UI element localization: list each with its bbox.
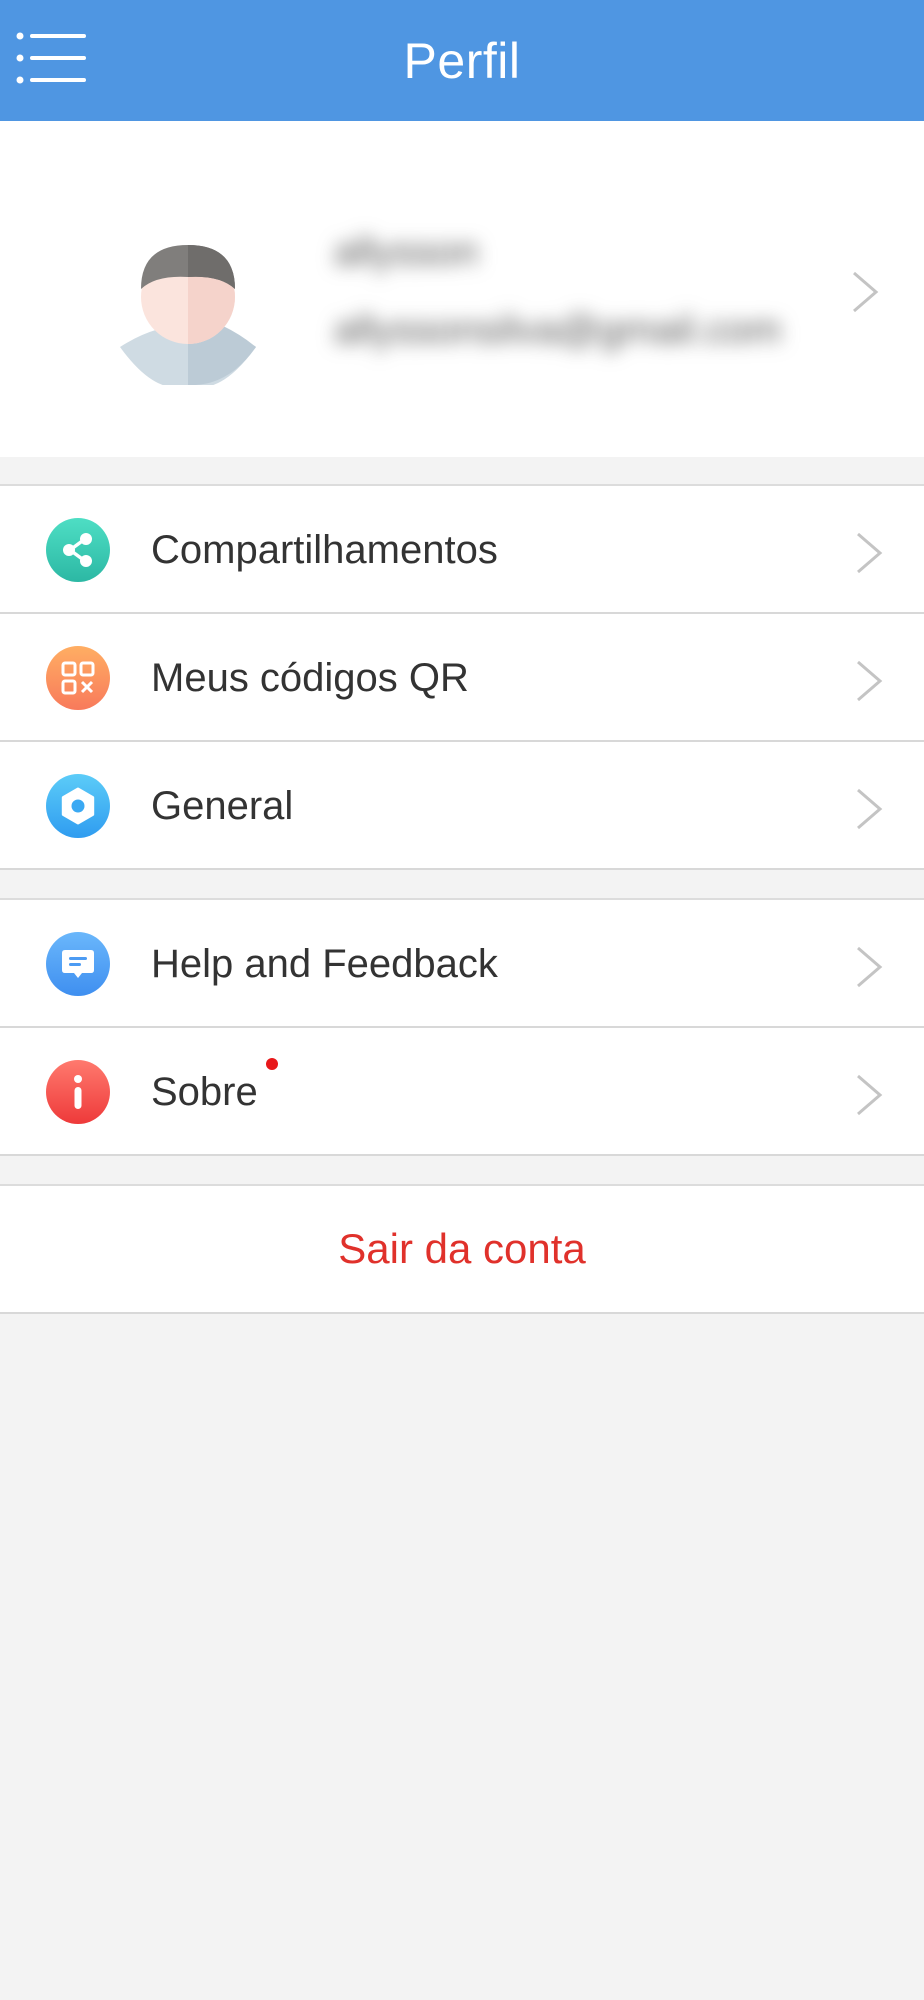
qr-code-icon [46, 646, 110, 710]
app-header: Perfil [0, 0, 924, 121]
menu-item-help-feedback[interactable]: Help and Feedback [0, 900, 924, 1028]
gear-icon [46, 774, 110, 838]
feedback-icon [46, 932, 110, 996]
menu-item-general[interactable]: General [0, 742, 924, 870]
menu-item-label: Meus códigos QR [151, 655, 469, 700]
chevron-right-icon [857, 788, 883, 830]
profile-card[interactable]: allysson allyssonsilva@gmail.com [0, 121, 924, 457]
menu-item-qr-codes[interactable]: Meus códigos QR [0, 614, 924, 742]
chevron-right-icon [853, 271, 879, 313]
share-icon [46, 518, 110, 582]
user-avatar-icon [120, 245, 256, 385]
logout-group: Sair da conta [0, 1184, 924, 1314]
page-title: Perfil [403, 32, 521, 89]
profile-email: allyssonsilva@gmail.com [334, 308, 782, 352]
logout-button[interactable]: Sair da conta [0, 1186, 924, 1314]
menu-item-label: Compartilhamentos [151, 527, 498, 572]
profile-name: allysson [334, 230, 479, 274]
info-icon [46, 1060, 110, 1124]
menu-item-sobre[interactable]: Sobre [0, 1028, 924, 1156]
chevron-right-icon [857, 660, 883, 702]
chevron-right-icon [857, 1074, 883, 1116]
notification-dot [266, 1058, 278, 1070]
menu-item-label: Sobre [151, 1069, 258, 1114]
chevron-right-icon [857, 946, 883, 988]
menu-item-label: Help and Feedback [151, 941, 498, 986]
chevron-right-icon [857, 532, 883, 574]
menu-group-account: Compartilhamentos Meus códigos QR Genera… [0, 484, 924, 870]
profile-screen: Perfil allysson allyssonsilva@gmail.com [0, 0, 924, 2000]
menu-group-support: Help and Feedback Sobre [0, 898, 924, 1156]
menu-item-compartilhamentos[interactable]: Compartilhamentos [0, 486, 924, 614]
menu-item-label: General [151, 783, 294, 828]
